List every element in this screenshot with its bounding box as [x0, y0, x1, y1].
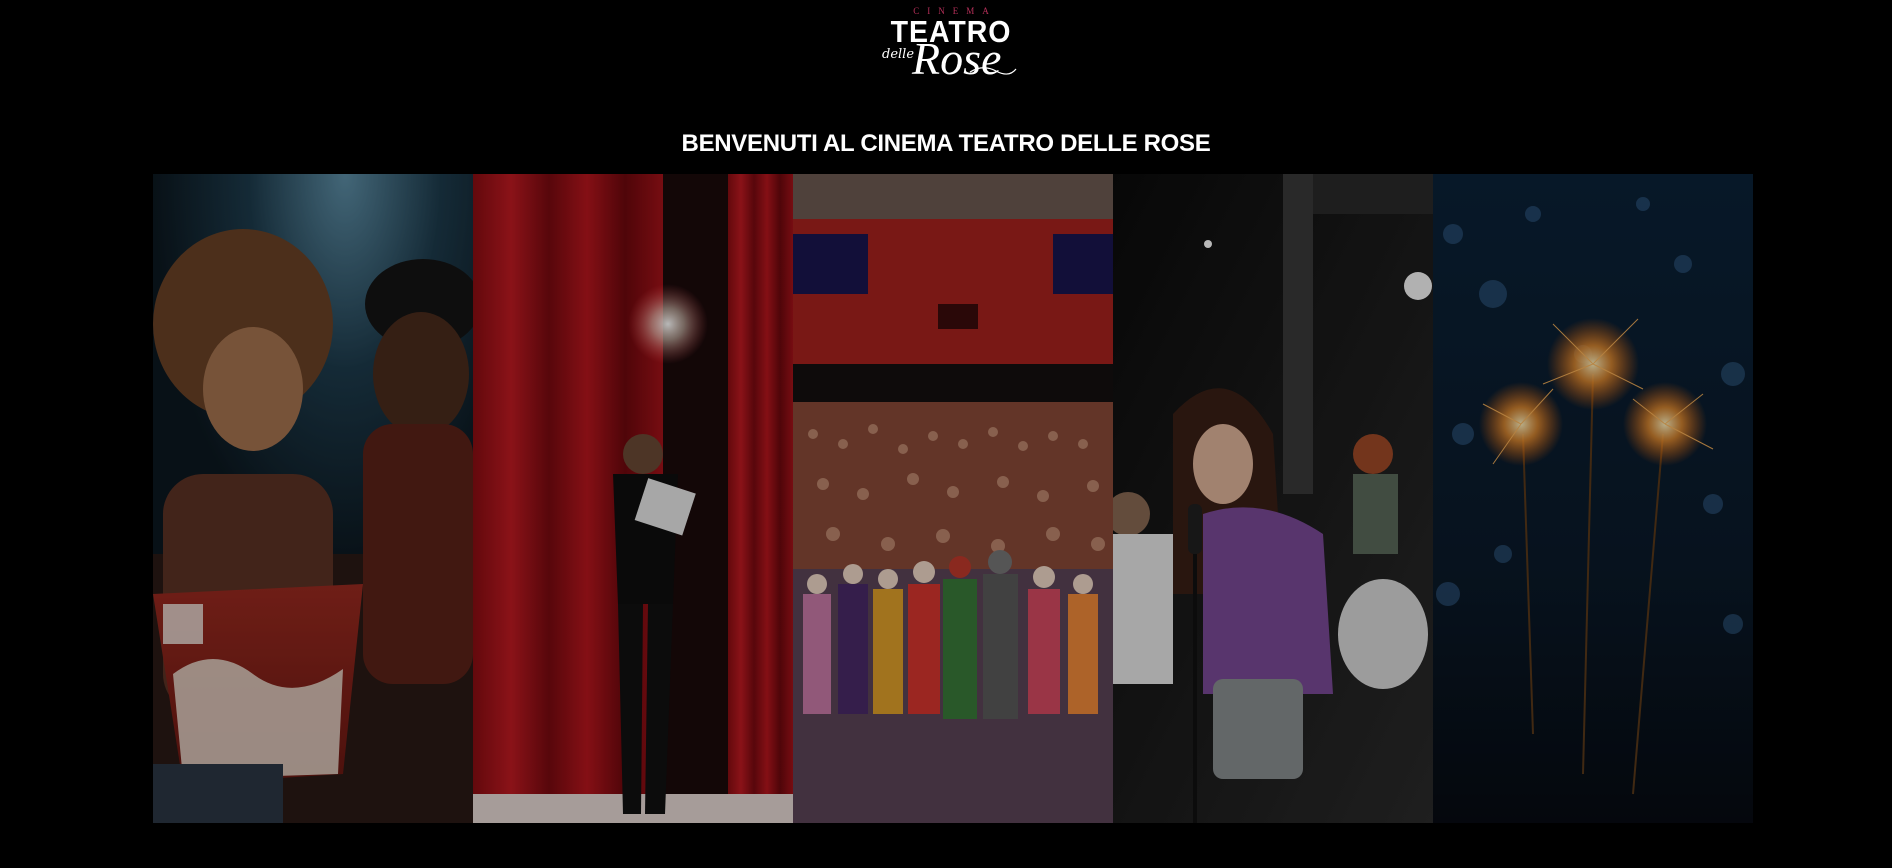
gallery-image-sparklers[interactable]: [1433, 174, 1753, 823]
site-logo[interactable]: CINEMA TEATRO delle Rose: [878, 4, 1024, 90]
image-gallery: [153, 174, 1753, 823]
gallery-image-girl-singing[interactable]: [1113, 174, 1433, 823]
couple-popcorn-photo: [153, 174, 473, 823]
sparklers-photo: [1433, 174, 1753, 823]
gallery-image-couple-popcorn[interactable]: [153, 174, 473, 823]
gallery-image-theatre-audience[interactable]: [793, 174, 1113, 823]
girl-singing-photo: [1113, 174, 1433, 823]
page: CINEMA TEATRO delle Rose BENVENUTI AL CI…: [0, 0, 1892, 868]
gallery-image-actor-stage[interactable]: [473, 174, 793, 823]
logo-swash: [969, 67, 1017, 75]
logo-delle-text: delle: [882, 47, 915, 62]
theatre-audience-photo: [793, 174, 1113, 823]
actor-stage-photo: [473, 174, 793, 823]
welcome-heading: BENVENUTI AL CINEMA TEATRO DELLE ROSE: [681, 130, 1211, 157]
